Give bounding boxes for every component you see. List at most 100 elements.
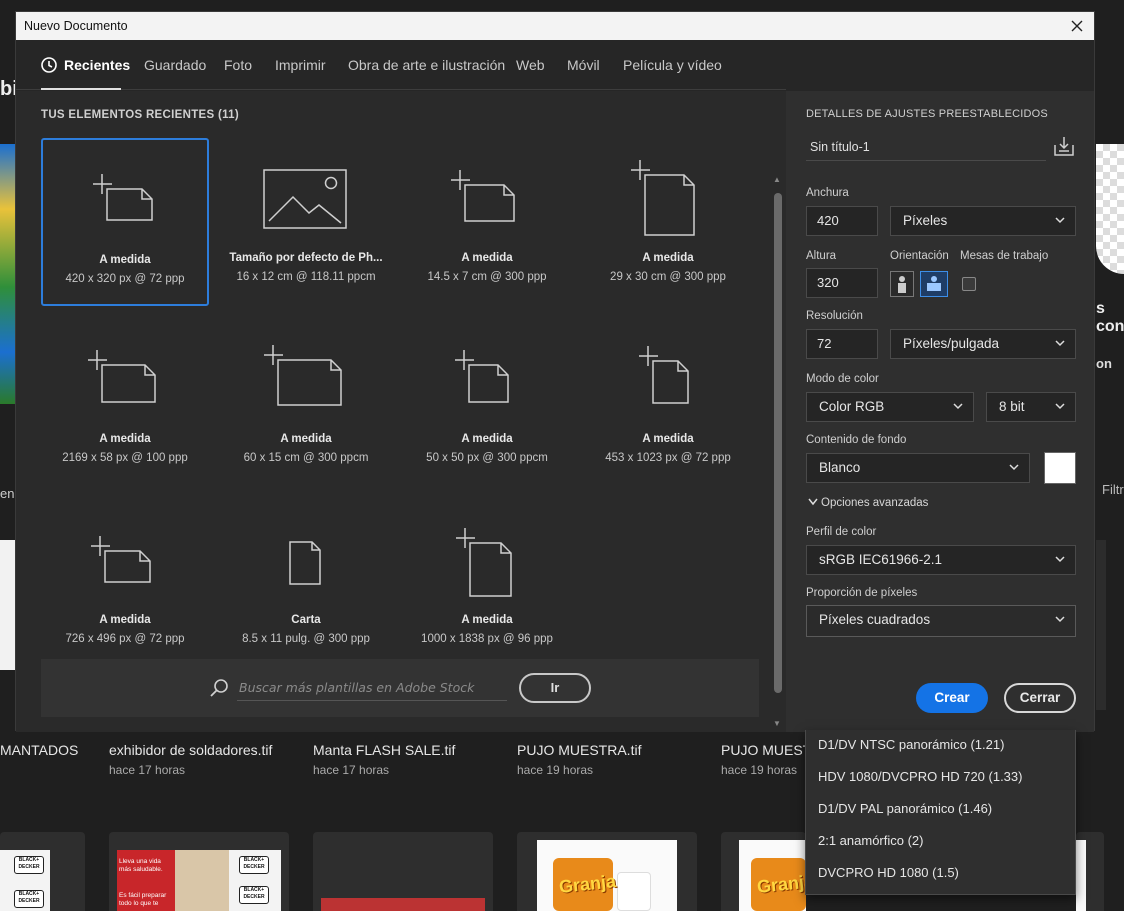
pixel-aspect-option[interactable]: D1/DV NTSC panorámico (1.21) xyxy=(818,737,1004,752)
select-value: Píxeles xyxy=(903,213,948,228)
file-thumbnail[interactable] xyxy=(313,832,493,911)
advanced-options-toggle[interactable]: Opciones avanzadas xyxy=(808,497,928,509)
pixel-aspect-option[interactable]: 2:1 anamórfico (2) xyxy=(818,833,924,848)
recent-file[interactable]: Manta FLASH SALE.tif hace 17 horas xyxy=(313,742,455,777)
artboards-checkbox[interactable] xyxy=(962,277,976,291)
close-icon[interactable] xyxy=(1066,15,1088,37)
scroll-down-icon[interactable]: ▼ xyxy=(773,719,781,728)
search-go-button[interactable]: Ir xyxy=(519,673,591,703)
orientation-label: Orientación xyxy=(890,250,949,262)
active-tab-indicator xyxy=(41,88,121,90)
bg-transparent-art xyxy=(1096,144,1124,274)
width-input[interactable]: 420 xyxy=(806,206,878,236)
dialog-title: Nuevo Documento xyxy=(24,19,128,33)
pixel-aspect-select[interactable]: Píxeles cuadrados xyxy=(806,605,1076,637)
chevron-down-icon xyxy=(1055,403,1065,410)
chevron-down-icon xyxy=(1009,464,1019,471)
file-thumbnail[interactable]: BLACK+ DECKER BLACK+ DECKER xyxy=(0,832,85,911)
pixel-aspect-option[interactable]: HDV 1080/DVCPRO HD 720 (1.33) xyxy=(818,769,1022,784)
tab-movil[interactable]: Móvil xyxy=(567,57,600,73)
select-value: Píxeles/pulgada xyxy=(903,336,1000,351)
recent-preset-card[interactable]: A medida 420 x 320 px @ 72 ppp xyxy=(41,138,209,306)
preset-name: A medida xyxy=(99,433,151,445)
image-placeholder-icon xyxy=(263,169,347,229)
create-button[interactable]: Crear xyxy=(916,683,988,713)
pixel-aspect-option[interactable]: D1/DV PAL panorámico (1.46) xyxy=(818,801,992,816)
file-name: exhibidor de soldadores.tif xyxy=(109,742,273,758)
background-contents-select[interactable]: Blanco xyxy=(806,453,1030,483)
select-value: Blanco xyxy=(819,460,861,475)
portrait-orientation-button[interactable] xyxy=(890,271,914,297)
new-document-dialog: Nuevo Documento Recientes Guardado Foto … xyxy=(15,11,1095,732)
recent-file[interactable]: PUJO MUESTRA.tif hace 19 horas xyxy=(517,742,641,777)
preset-name: A medida xyxy=(461,614,513,626)
document-landscape-icon xyxy=(451,170,515,222)
recent-preset-card[interactable]: A medida 726 x 496 px @ 72 ppp xyxy=(41,500,209,668)
recent-file[interactable]: MANTADOS xyxy=(0,742,78,763)
bg-thumbnail[interactable] xyxy=(0,540,15,670)
height-input[interactable]: 320 xyxy=(806,268,878,298)
recent-preset-card[interactable]: A medida 60 x 15 cm @ 300 ppcm xyxy=(222,319,390,487)
file-thumbnail[interactable]: Granja xyxy=(721,832,806,911)
bg-link-fragment-right[interactable]: on xyxy=(1096,356,1112,371)
bg-label-fragment: en xyxy=(0,486,15,501)
brand-logo: BLACK+ DECKER xyxy=(239,856,269,874)
preset-tabs: Recientes Guardado Foto Imprimir Obra de… xyxy=(16,40,786,90)
color-mode-label: Modo de color xyxy=(806,373,879,385)
recent-preset-card[interactable]: A medida 29 x 30 cm @ 300 ppp xyxy=(584,138,752,306)
recent-preset-card[interactable]: A medida 14.5 x 7 cm @ 300 ppp xyxy=(403,138,571,306)
document-letter-icon xyxy=(289,541,321,585)
bit-depth-select[interactable]: 8 bit xyxy=(986,392,1076,422)
tab-guardado[interactable]: Guardado xyxy=(144,57,206,73)
recent-file[interactable]: exhibidor de soldadores.tif hace 17 hora… xyxy=(109,742,272,777)
recent-preset-card[interactable]: A medida 453 x 1023 px @ 72 ppp xyxy=(584,319,752,487)
file-thumbnail[interactable]: Granja xyxy=(517,832,697,911)
chevron-down-icon xyxy=(1055,556,1065,563)
file-thumbnail[interactable] xyxy=(1076,832,1104,911)
preset-name: A medida xyxy=(461,433,513,445)
bg-side-panel xyxy=(1096,540,1106,710)
tab-imprimir[interactable]: Imprimir xyxy=(275,57,326,73)
tab-obra-de-arte[interactable]: Obra de arte e ilustración xyxy=(348,57,505,73)
pixel-aspect-option[interactable]: DVCPRO HD 1080 (1.5) xyxy=(818,865,959,880)
scroll-up-icon[interactable]: ▲ xyxy=(773,175,781,184)
document-landscape-icon xyxy=(91,536,151,583)
landscape-icon xyxy=(927,276,941,291)
bg-filter-label[interactable]: Filtr xyxy=(1102,482,1124,497)
tab-recientes[interactable]: Recientes xyxy=(41,57,130,73)
document-name-input[interactable] xyxy=(806,133,1046,161)
recent-preset-card[interactable]: A medida 50 x 50 px @ 300 ppcm xyxy=(403,319,571,487)
preset-name: A medida xyxy=(642,433,694,445)
dialog-titlebar[interactable]: Nuevo Documento xyxy=(16,12,1094,40)
document-square-icon xyxy=(455,350,509,403)
preset-size: 29 x 30 cm @ 300 ppp xyxy=(610,271,726,283)
select-value: sRGB IEC61966-2.1 xyxy=(819,552,943,567)
document-portrait-icon xyxy=(631,160,695,236)
file-thumbnail[interactable]: Lleva una vida más saludable. Es fácil p… xyxy=(109,832,289,911)
recent-preset-card[interactable]: A medida 2169 x 58 px @ 100 ppp xyxy=(41,319,209,487)
landscape-orientation-button[interactable] xyxy=(920,271,948,297)
tab-pelicula-video[interactable]: Película y vídeo xyxy=(623,57,722,73)
tab-web[interactable]: Web xyxy=(516,57,545,73)
color-mode-select[interactable]: Color RGB xyxy=(806,392,974,422)
recent-preset-card[interactable]: A medida 1000 x 1838 px @ 96 ppp xyxy=(403,500,571,668)
preset-name: Carta xyxy=(291,614,321,626)
preset-size: 60 x 15 cm @ 300 ppcm xyxy=(243,452,369,464)
color-profile-select[interactable]: sRGB IEC61966-2.1 xyxy=(806,545,1076,575)
save-preset-icon[interactable] xyxy=(1052,135,1076,157)
recent-preset-card[interactable]: Carta 8.5 x 11 pulg. @ 300 ppp xyxy=(222,500,390,668)
background-contents-label: Contenido de fondo xyxy=(806,434,907,446)
select-value: 8 bit xyxy=(999,399,1025,414)
tab-foto[interactable]: Foto xyxy=(224,57,252,73)
close-button[interactable]: Cerrar xyxy=(1004,683,1076,713)
stock-search-input[interactable] xyxy=(237,675,507,701)
resolution-input[interactable]: 72 xyxy=(806,329,878,359)
width-unit-select[interactable]: Píxeles xyxy=(890,206,1076,236)
background-color-swatch[interactable] xyxy=(1044,452,1076,484)
resolution-unit-select[interactable]: Píxeles/pulgada xyxy=(890,329,1076,359)
chevron-down-icon xyxy=(953,403,963,410)
recent-preset-card[interactable]: Tamaño por defecto de Ph... 16 x 12 cm @… xyxy=(222,138,390,306)
scrollbar-thumb[interactable] xyxy=(774,193,782,693)
preset-name: A medida xyxy=(642,252,694,264)
recents-scrollbar[interactable]: ▲ ▼ xyxy=(771,175,785,730)
